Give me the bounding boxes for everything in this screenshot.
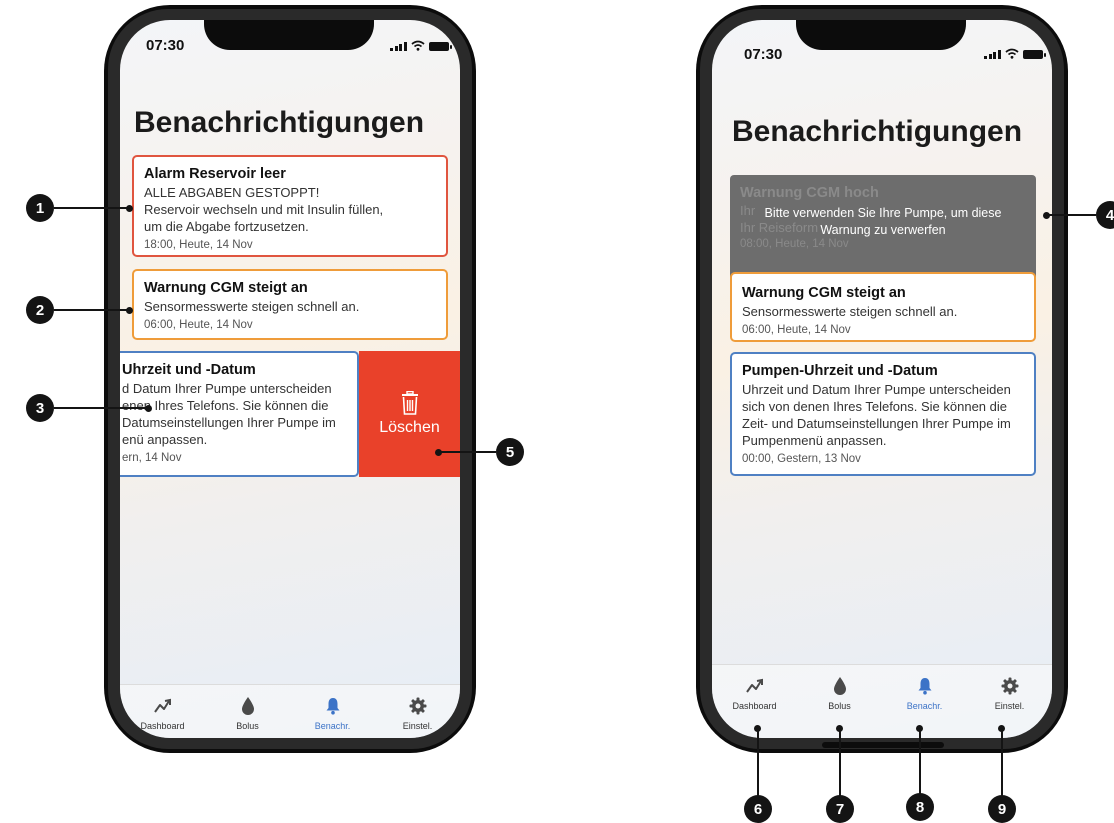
wifi-icon [1004, 48, 1019, 59]
callout-4: 4 [1096, 201, 1114, 229]
notification-title: Warnung CGM steigt an [742, 285, 906, 301]
trend-icon [745, 675, 765, 697]
notification-line: sich von denen Ihres Telefons. Sie könne… [742, 399, 1007, 414]
callout-dot-4 [1043, 212, 1050, 219]
callout-7: 7 [826, 795, 854, 823]
wifi-icon [410, 40, 425, 51]
notification-line: Reservoir wechseln und mit Insulin fülle… [144, 202, 384, 217]
callout-2: 2 [26, 296, 54, 324]
tab-label: Bolus [236, 721, 259, 731]
delete-button[interactable]: Löschen [359, 351, 460, 477]
notification-time: 18:00, Heute, 14 Nov [144, 239, 253, 251]
bell-icon [917, 675, 933, 697]
callout-1: 1 [26, 194, 54, 222]
notification-time: ern, 14 Nov [122, 452, 182, 464]
tab-bolus[interactable]: Bolus [805, 665, 875, 711]
overlay-message: Bitte verwenden Sie Ihre Pumpe, um diese… [730, 205, 1036, 239]
right-notch [796, 20, 966, 50]
notification-line: Pumpenmenü anpassen. [742, 433, 887, 448]
gear-icon [1001, 675, 1019, 697]
notification-card-reservoir[interactable]: Alarm Reservoir leer ALLE ABGABEN GESTOP… [132, 155, 448, 257]
drop-icon [833, 675, 847, 697]
overlay-message-line: Warnung zu verwerfen [820, 223, 946, 237]
callout-line-5 [438, 451, 496, 453]
tab-notifications[interactable]: Benachr. [890, 665, 960, 711]
tab-label: Benachr. [906, 701, 943, 711]
notification-line: ALLE ABGABEN GESTOPPT! [144, 185, 320, 200]
battery-icon [428, 42, 452, 51]
tab-dashboard[interactable]: Dashboard [128, 685, 198, 731]
callout-9: 9 [988, 795, 1016, 823]
notification-line: Sensormesswerte steigen schnell an. [742, 304, 958, 319]
status-icons [984, 48, 1046, 59]
status-time: 07:30 [146, 37, 185, 54]
callout-line-4 [1046, 214, 1096, 216]
trend-icon [153, 695, 173, 717]
notification-line: d Datum Ihrer Pumpe unterscheiden [122, 381, 332, 396]
tab-bolus[interactable]: Bolus [213, 685, 283, 731]
notification-card-pump-time-swiped[interactable]: Uhrzeit und -Datum d Datum Ihrer Pumpe u… [120, 351, 359, 477]
status-time: 07:30 [744, 46, 783, 63]
notification-card-pump-time[interactable]: Pumpen-Uhrzeit und -Datum Uhrzeit und Da… [730, 352, 1036, 476]
left-notch [204, 20, 374, 50]
page-title: Benachrichtigungen [134, 106, 425, 139]
notification-title: Warnung CGM steigt an [144, 280, 308, 296]
gear-icon [409, 695, 427, 717]
callout-dot-2 [126, 307, 133, 314]
delete-label: Löschen [379, 419, 440, 436]
tab-label: Dashboard [140, 721, 185, 731]
signal-icon [984, 50, 1001, 59]
signal-icon [390, 42, 407, 51]
notification-time: 06:00, Heute, 14 Nov [144, 319, 253, 331]
tab-label: Bolus [828, 701, 851, 711]
callout-dot-3 [145, 405, 152, 412]
notification-line: Sensormesswerte steigen schnell an. [144, 299, 360, 314]
tab-notifications[interactable]: Benachr. [298, 685, 368, 731]
callout-8: 8 [906, 793, 934, 821]
callout-line-6 [757, 729, 759, 797]
notification-card-cgm-rising[interactable]: Warnung CGM steigt an Sensormesswerte st… [730, 272, 1036, 342]
battery-icon [1022, 50, 1046, 59]
notification-line: um die Abgabe fortzusetzen. [144, 219, 309, 234]
notification-title: Alarm Reservoir leer [144, 166, 286, 182]
callout-line-3 [54, 407, 149, 409]
tab-label: Einstel. [994, 701, 1025, 711]
callout-line-7 [839, 729, 841, 797]
notification-title: Uhrzeit und -Datum [122, 362, 256, 378]
ghost-title: Warnung CGM hoch [740, 185, 879, 201]
callout-line-2 [54, 309, 129, 311]
left-phone-screen: 07:30 Benachrichtigungen Alarm Reservoir… [120, 20, 460, 738]
callout-5: 5 [496, 438, 524, 466]
callout-line-8 [919, 729, 921, 795]
overlay-message-line: Bitte verwenden Sie Ihre Pumpe, um diese [764, 206, 1002, 220]
callout-3: 3 [26, 394, 54, 422]
tab-label: Dashboard [732, 701, 777, 711]
drop-icon [241, 695, 255, 717]
trash-icon [401, 391, 418, 415]
tab-label: Einstel. [402, 721, 433, 731]
notification-line: enü anpassen. [122, 432, 208, 447]
callout-line-9 [1001, 729, 1003, 797]
notification-line: Datumseinstellungen Ihrer Pumpe im [122, 415, 336, 430]
callout-dot-5 [435, 449, 442, 456]
notification-time: 06:00, Heute, 14 Nov [742, 324, 851, 336]
bell-icon [325, 695, 341, 717]
tab-settings[interactable]: Einstel. [383, 685, 453, 731]
notification-line: Uhrzeit und Datum Ihrer Pumpe unterschei… [742, 382, 1011, 397]
notification-time: 00:00, Gestern, 13 Nov [742, 453, 861, 465]
page-title: Benachrichtigungen [732, 115, 1023, 148]
callout-6: 6 [744, 795, 772, 823]
tab-settings[interactable]: Einstel. [975, 665, 1045, 711]
notification-title: Pumpen-Uhrzeit und -Datum [742, 363, 938, 379]
tab-dashboard[interactable]: Dashboard [720, 665, 790, 711]
right-phone-screen: 07:30 Benachrichtigungen Warnung CGM hoc… [712, 20, 1052, 738]
notification-card-cgm-rising[interactable]: Warnung CGM steigt an Sensormesswerte st… [132, 269, 448, 340]
tab-bar: Dashboard Bolus Benachr. Einstel. [120, 684, 460, 738]
tab-label: Benachr. [314, 721, 351, 731]
callout-dot-1 [126, 205, 133, 212]
callout-line-1 [54, 207, 129, 209]
status-icons [390, 40, 452, 51]
notification-line: enen Ihres Telefons. Sie können die [122, 398, 329, 413]
notification-line: Zeit- und Datumseinstellungen Ihrer Pump… [742, 416, 1011, 431]
